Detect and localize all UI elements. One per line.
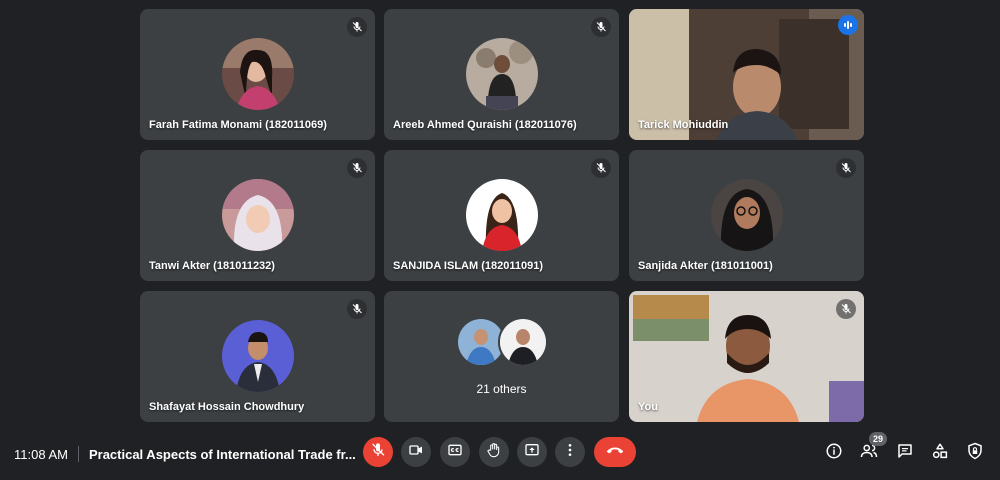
present-icon [524,442,540,463]
participant-name: Shafayat Hossain Chowdhury [149,401,305,413]
more-vert-icon [562,442,578,463]
participant-name: Farah Fatima Monami (182011069) [149,119,327,131]
muted-mic-icon [836,158,856,178]
people-count-badge: 29 [869,432,887,446]
participant-tile-active-speaker[interactable]: Tarick Mohiuddin [629,9,864,140]
participant-tile[interactable]: Farah Fatima Monami (182011069) [140,9,375,140]
participant-tile[interactable]: Sanjida Akter (181011001) [629,150,864,281]
participant-tile[interactable]: Shafayat Hossain Chowdhury [140,291,375,422]
captions-button[interactable] [440,437,470,467]
present-screen-button[interactable] [517,437,547,467]
activities-button[interactable] [929,442,951,464]
others-avatars [456,317,548,367]
avatar [465,38,538,110]
divider [77,446,79,462]
leave-call-button[interactable] [594,437,636,467]
others-tile[interactable]: 21 others [384,291,619,422]
avatar [221,320,294,392]
activities-icon [931,442,949,465]
muted-mic-icon [836,299,856,319]
meeting-details-button[interactable] [823,442,845,464]
muted-mic-icon [591,17,611,37]
mic-off-icon [370,442,386,463]
self-video [629,291,864,422]
avatar [498,317,548,367]
toggle-microphone-button[interactable] [363,437,393,467]
self-view-tile[interactable]: You [629,291,864,422]
muted-mic-icon [347,299,367,319]
participant-tile[interactable]: Tanwi Akter (181011232) [140,150,375,281]
shield-lock-icon [966,442,984,465]
participant-tile[interactable]: Areeb Ahmed Quraishi (182011076) [384,9,619,140]
hand-icon [486,442,502,463]
avatar [465,179,538,251]
avatar [710,179,783,251]
raise-hand-button[interactable] [479,437,509,467]
speaking-indicator-icon [838,15,858,35]
meeting-time: 11:08 AM [14,446,68,462]
participant-tile[interactable]: SANJIDA ISLAM (182011091) [384,150,619,281]
participant-name: SANJIDA ISLAM (182011091) [393,260,543,272]
muted-mic-icon [347,158,367,178]
muted-mic-icon [347,17,367,37]
participant-name: Sanjida Akter (181011001) [638,260,773,272]
muted-mic-icon [591,158,611,178]
participant-name: Tarick Mohiuddin [638,119,729,131]
participant-name: Tanwi Akter (181011232) [149,260,275,272]
avatar [221,179,294,251]
avatar [221,38,294,110]
toggle-camera-button[interactable] [401,437,431,467]
participant-name: You [638,401,658,413]
others-count-label: 21 others [476,382,527,396]
chat-button[interactable] [894,442,916,464]
more-options-button[interactable] [555,437,585,467]
meeting-title[interactable]: Practical Aspects of International Trade… [89,447,356,462]
info-icon [825,442,843,465]
participant-name: Areeb Ahmed Quraishi (182011076) [393,119,577,131]
hang-up-icon [605,443,625,461]
captions-icon [447,442,463,463]
host-controls-button[interactable] [964,442,986,464]
camera-icon [408,442,424,463]
chat-icon [896,442,914,465]
meeting-info: 11:08 AM Practical Aspects of Internatio… [14,445,356,463]
